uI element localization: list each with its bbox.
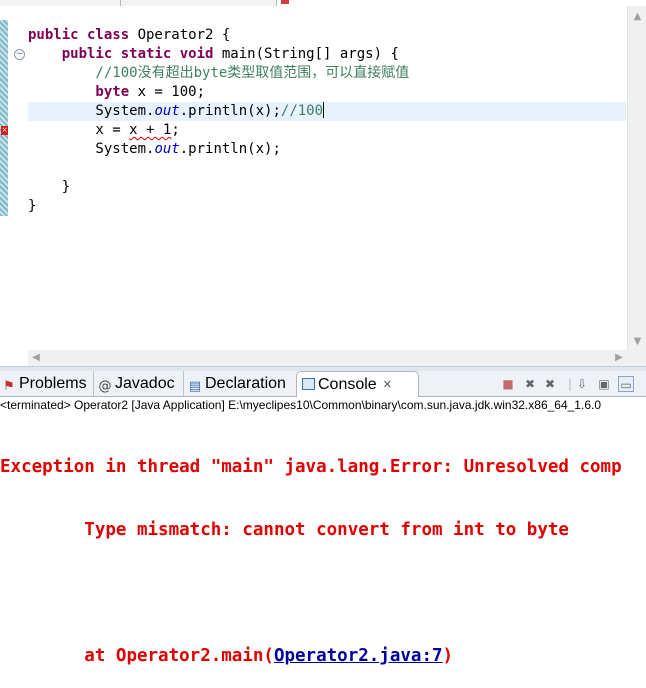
tab-problems[interactable]: ⚑ Problems — [0, 371, 95, 396]
tab-javadoc-label: Javadoc — [115, 375, 175, 392]
editor-horizontal-scrollbar[interactable]: ◀ ▶ — [28, 350, 627, 366]
code-token: byte — [28, 84, 138, 100]
scrollbar-corner — [627, 350, 646, 366]
scroll-up-arrow-icon[interactable]: ▲ — [628, 8, 646, 25]
error-marker-icon[interactable]: × — [1, 126, 8, 135]
scroll-right-arrow-icon[interactable]: ▶ — [611, 350, 627, 366]
remove-all-launches-icon[interactable]: ✖ — [542, 376, 558, 392]
code-line[interactable]: System.out.println(x);//100 — [28, 102, 409, 121]
code-token: public static void — [28, 46, 222, 62]
scroll-down-arrow-icon[interactable]: ▼ — [628, 333, 646, 350]
code-line[interactable]: } — [28, 178, 409, 197]
console-icon — [302, 378, 315, 390]
problems-icon: ⚑ — [3, 379, 15, 394]
code-line[interactable]: byte x = 100; — [28, 83, 409, 102]
stack-frame-prefix: at Operator2.main( — [0, 646, 274, 666]
code-line[interactable]: public static void main(String[] args) { — [28, 45, 409, 64]
code-line[interactable]: x = x + 1; — [28, 121, 409, 140]
code-token: x = 100; — [137, 84, 206, 100]
tab-problems-label: Problems — [19, 375, 87, 392]
at-sign-icon: @ — [98, 379, 112, 394]
code-token: ; — [171, 122, 180, 138]
overview-ruler — [0, 20, 8, 216]
code-editor[interactable]: − × public class Operator2 { public stat… — [0, 6, 627, 350]
code-text[interactable]: public class Operator2 { public static v… — [28, 26, 409, 216]
code-token: //100没有超出byte类型取值范围，可以直接赋值 — [28, 65, 410, 81]
tab-console[interactable]: Console ✕ — [296, 371, 419, 397]
code-token: out — [154, 103, 180, 119]
tab-declaration-label: Declaration — [205, 375, 286, 392]
code-line[interactable]: public class Operator2 { — [28, 26, 409, 45]
show-console-icon[interactable]: ▣ — [596, 376, 612, 392]
code-token: } — [28, 179, 71, 195]
terminate-icon[interactable]: ■ — [500, 376, 516, 392]
code-line[interactable] — [28, 159, 409, 178]
code-line[interactable]: } — [28, 197, 409, 216]
code-token: System. — [28, 103, 155, 119]
console-line: at Operator2.main(Operator2.java:7) — [0, 645, 646, 668]
tab-declaration[interactable]: ▤ Declaration — [183, 371, 298, 396]
code-token: x = — [28, 122, 130, 138]
console-line: Exception in thread "main" java.lang.Err… — [0, 457, 622, 477]
console-output[interactable]: Exception in thread "main" java.lang.Err… — [0, 416, 646, 688]
tab-javadoc[interactable]: @ Javadoc — [93, 371, 188, 396]
error-expression: x + 1 — [129, 122, 172, 138]
code-token: public class — [28, 27, 138, 43]
code-token: Operator2 { — [137, 27, 231, 43]
stack-frame-suffix: ) — [442, 646, 454, 666]
declaration-icon: ▤ — [188, 379, 202, 394]
close-icon[interactable]: ✕ — [383, 372, 392, 397]
pin-console-icon[interactable]: ▭ — [618, 376, 634, 392]
scroll-left-arrow-icon[interactable]: ◀ — [28, 350, 44, 366]
editor-vertical-scrollbar[interactable]: ▲ ▼ — [627, 6, 646, 350]
code-token: } — [28, 198, 37, 214]
code-token: out — [154, 141, 180, 157]
code-line[interactable]: System.out.println(x); — [28, 140, 409, 159]
code-token: main(String[] args) { — [221, 46, 399, 62]
code-token: System. — [28, 141, 155, 157]
stack-trace-link[interactable]: Operator2.java:7 — [274, 646, 443, 666]
console-process-status: <terminated> Operator2 [Java Application… — [0, 398, 601, 412]
code-token: .println(x); — [179, 141, 281, 157]
remove-launch-icon[interactable]: ✖ — [522, 376, 538, 392]
console-line: Type mismatch: cannot convert from int t… — [0, 520, 569, 540]
scroll-lock-icon[interactable]: ⇩ — [574, 376, 590, 392]
code-token: .println(x); — [179, 103, 281, 119]
tab-console-label: Console — [318, 376, 377, 393]
fold-collapse-icon[interactable]: − — [14, 49, 25, 60]
text-caret — [323, 102, 325, 118]
bottom-view-tabs: ⚑ Problems @ Javadoc ▤ Declaration Console ✕… — [0, 371, 646, 397]
code-line[interactable]: //100没有超出byte类型取值范围，可以直接赋值 — [28, 64, 409, 83]
code-token: //100 — [280, 103, 324, 119]
